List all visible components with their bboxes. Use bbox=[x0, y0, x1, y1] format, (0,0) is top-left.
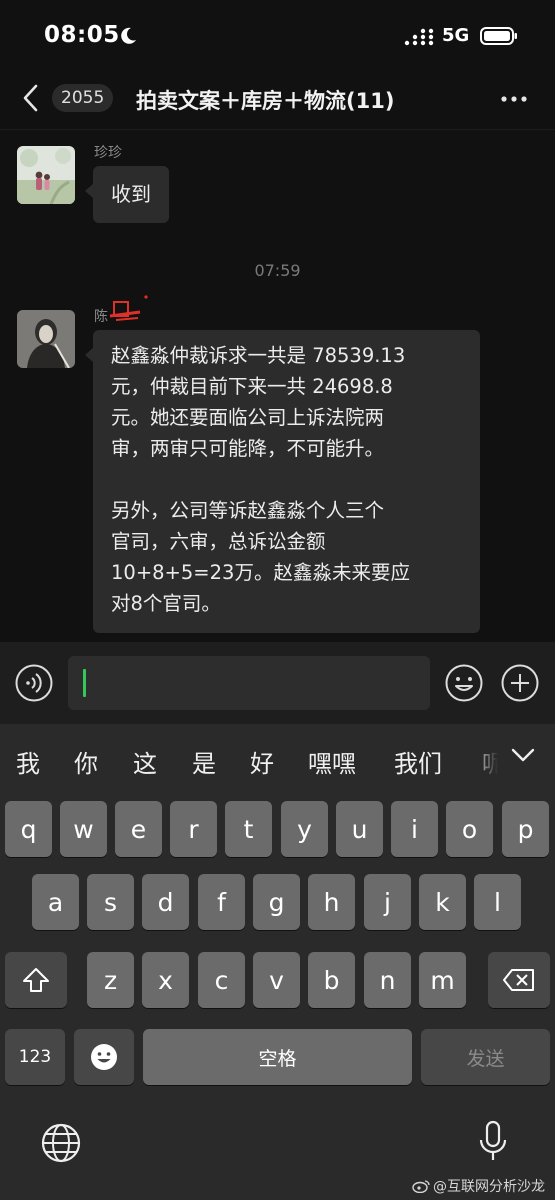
key-k[interactable]: k bbox=[419, 874, 466, 930]
candidate-bar: 我 你 这 是 好 嘿嘿 我们 呢 bbox=[0, 724, 555, 790]
key-x[interactable]: x bbox=[142, 952, 189, 1008]
watermark: @互联网分析沙龙 bbox=[412, 1176, 545, 1196]
candidate-word[interactable]: 你 bbox=[74, 744, 98, 779]
key-w[interactable]: w bbox=[60, 801, 107, 857]
key-a[interactable]: a bbox=[32, 874, 79, 930]
key-v[interactable]: v bbox=[253, 952, 300, 1008]
chat-title: 拍卖文案＋库房＋物流(11) bbox=[136, 89, 395, 113]
key-t[interactable]: t bbox=[225, 801, 272, 857]
key-o[interactable]: o bbox=[446, 801, 493, 857]
key-u[interactable]: u bbox=[336, 801, 383, 857]
message-line: 赵鑫淼仲裁诉求一共是 78539.13 bbox=[111, 344, 406, 367]
message-line: 10+8+5=23万。赵鑫淼未来要应 bbox=[111, 561, 410, 584]
key-m[interactable]: m bbox=[419, 952, 466, 1008]
unread-count-badge: 2055 bbox=[52, 84, 114, 112]
battery-icon bbox=[480, 27, 517, 45]
moon-icon bbox=[121, 27, 136, 44]
chat-header: 2055 拍卖文案＋库房＋物流(11) bbox=[0, 68, 555, 130]
key-r[interactable]: r bbox=[170, 801, 217, 857]
key-d[interactable]: d bbox=[142, 874, 189, 930]
space-key[interactable]: 空格 bbox=[143, 1029, 412, 1085]
message-bubble[interactable]: 收到 bbox=[85, 166, 169, 223]
candidate-word[interactable]: 我们 bbox=[394, 744, 442, 779]
candidate-word[interactable]: 嘿嘿 bbox=[308, 744, 356, 779]
message-bubble[interactable]: 赵鑫淼仲裁诉求一共是 78539.13 元，仲裁目前下来一共 24698.8 元… bbox=[85, 330, 480, 633]
avatar[interactable] bbox=[17, 310, 75, 368]
emoji-key-icon bbox=[91, 1044, 117, 1070]
key-f[interactable]: f bbox=[198, 874, 245, 930]
key-i[interactable]: i bbox=[391, 801, 438, 857]
chevron-down-icon[interactable] bbox=[508, 740, 538, 770]
send-key[interactable]: 发送 bbox=[421, 1029, 550, 1085]
sender-name: 陈 bbox=[94, 309, 108, 325]
backspace-key[interactable] bbox=[488, 952, 550, 1008]
key-e[interactable]: e bbox=[115, 801, 162, 857]
key-s[interactable]: s bbox=[87, 874, 134, 930]
key-z[interactable]: z bbox=[87, 952, 134, 1008]
watermark-text: @互联网分析沙龙 bbox=[433, 1179, 545, 1195]
keyboard: 我 你 这 是 好 嘿嘿 我们 呢 q w e r t y u i o p a … bbox=[0, 724, 555, 1200]
candidate-word[interactable]: 这 bbox=[133, 744, 157, 779]
message-input[interactable] bbox=[68, 656, 430, 710]
emoji-key[interactable] bbox=[74, 1029, 134, 1085]
key-g[interactable]: g bbox=[253, 874, 300, 930]
key-h[interactable]: h bbox=[308, 874, 355, 930]
status-time: 08:05 bbox=[44, 22, 120, 48]
candidate-word[interactable]: 是 bbox=[192, 744, 216, 779]
redaction-mark bbox=[110, 295, 148, 321]
key-b[interactable]: b bbox=[308, 952, 355, 1008]
key-p[interactable]: p bbox=[502, 801, 549, 857]
avatar-image bbox=[17, 310, 75, 368]
globe-icon[interactable] bbox=[40, 1122, 82, 1164]
status-bar: 08:05 5G bbox=[0, 0, 555, 68]
shift-key[interactable] bbox=[5, 952, 67, 1008]
message-line: 另外，公司等诉赵鑫淼个人三个 bbox=[111, 499, 385, 522]
message-timestamp: 07:59 bbox=[254, 261, 301, 280]
message-line: 对8个官司。 bbox=[111, 592, 221, 615]
sender-name: 珍珍 bbox=[94, 145, 122, 161]
shift-icon bbox=[23, 968, 49, 992]
message-input-bar bbox=[0, 642, 555, 724]
text-cursor bbox=[83, 669, 86, 697]
avatar[interactable] bbox=[17, 146, 75, 204]
key-y[interactable]: y bbox=[281, 801, 328, 857]
mic-icon[interactable] bbox=[477, 1118, 509, 1166]
key-l[interactable]: l bbox=[474, 874, 521, 930]
message-line: 审，两审只可能降，不可能升。 bbox=[111, 437, 385, 460]
more-icon[interactable] bbox=[492, 82, 536, 116]
back-button[interactable]: 2055 bbox=[14, 78, 114, 118]
key-n[interactable]: n bbox=[364, 952, 411, 1008]
candidate-word[interactable]: 好 bbox=[250, 744, 274, 779]
key-j[interactable]: j bbox=[364, 874, 411, 930]
key-q[interactable]: q bbox=[5, 801, 52, 857]
key-c[interactable]: c bbox=[198, 952, 245, 1008]
chat-message-list[interactable]: 珍珍 收到 07:59 陈 赵鑫淼仲裁诉求一共是 78539.13 元，仲裁目前… bbox=[0, 130, 555, 642]
weibo-icon bbox=[412, 1180, 430, 1193]
numbers-key[interactable]: 123 bbox=[5, 1029, 65, 1085]
network-label: 5G bbox=[442, 25, 470, 46]
message-line: 元，仲裁目前下来一共 24698.8 bbox=[111, 375, 393, 398]
voice-icon[interactable] bbox=[14, 663, 54, 703]
emoji-icon[interactable] bbox=[444, 663, 484, 703]
back-chevron-icon bbox=[23, 84, 38, 112]
candidate-word[interactable]: 我 bbox=[16, 744, 40, 779]
signal-icon bbox=[404, 28, 434, 46]
avatar-image bbox=[17, 146, 75, 204]
message-line: 元。她还要面临公司上诉法院两 bbox=[111, 406, 385, 429]
backspace-icon bbox=[503, 969, 534, 991]
message-line: 官司，六审，总诉讼金额 bbox=[111, 530, 326, 553]
add-icon[interactable] bbox=[500, 663, 540, 703]
